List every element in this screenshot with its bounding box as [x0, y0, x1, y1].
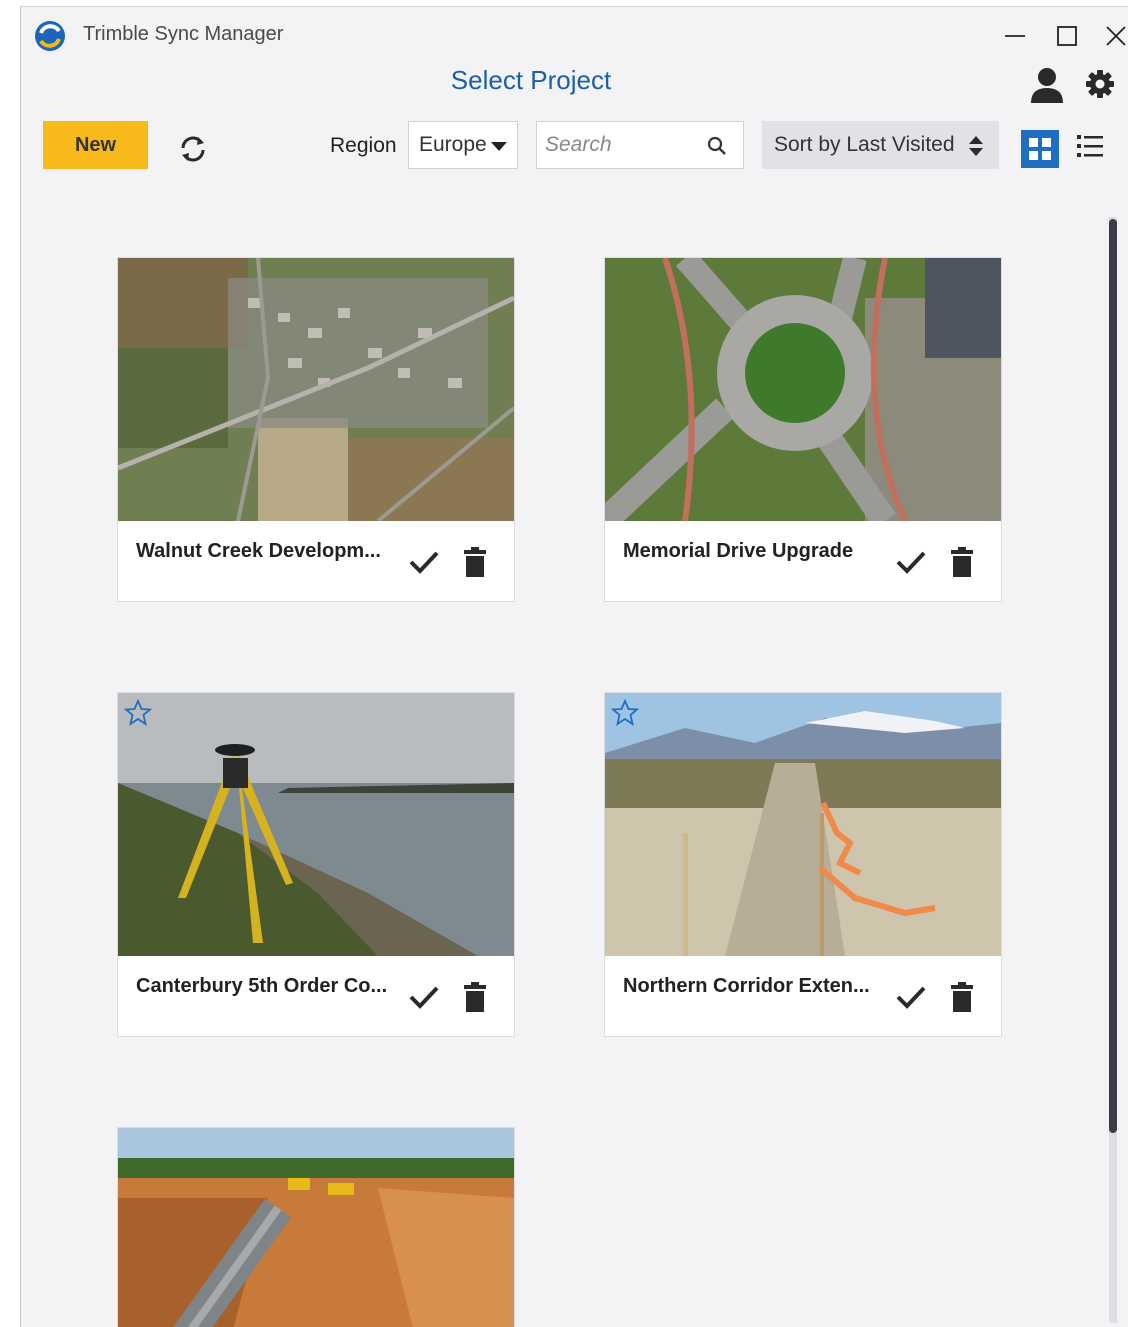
pipeline-trench-image	[118, 1128, 514, 1327]
region-label: Region	[330, 134, 397, 157]
app-window: Trimble Sync Manager Select Project New	[20, 6, 1128, 1327]
window-title: Trimble Sync Manager	[83, 23, 284, 45]
checkmark-icon[interactable]	[895, 983, 927, 1011]
region-value: Europe	[419, 133, 487, 156]
star-outline-icon[interactable]	[611, 699, 639, 727]
checkmark-icon[interactable]	[895, 548, 927, 576]
search-icon[interactable]	[705, 134, 729, 158]
grid-view-icon[interactable]	[1021, 130, 1059, 168]
title-bar: Trimble Sync Manager	[21, 7, 1128, 63]
sort-arrows-icon	[969, 136, 983, 156]
trash-icon[interactable]	[462, 546, 488, 578]
project-card[interactable]	[117, 1127, 515, 1327]
trimble-logo-icon	[35, 21, 65, 51]
region-dropdown[interactable]: Europe	[408, 121, 518, 169]
trash-icon[interactable]	[949, 546, 975, 578]
project-name: Canterbury 5th Order Co...	[136, 975, 388, 997]
project-card[interactable]: Canterbury 5th Order Co...	[117, 692, 515, 1037]
project-name: Walnut Creek Developm...	[136, 540, 381, 562]
search-box[interactable]	[536, 121, 744, 169]
aerial-town-image	[118, 258, 514, 521]
project-thumbnail[interactable]	[118, 1128, 514, 1327]
aerial-roundabout-image	[605, 258, 1001, 521]
project-thumbnail[interactable]	[605, 693, 1001, 956]
sort-value: Sort by Last Visited	[774, 133, 955, 156]
sort-dropdown[interactable]: Sort by Last Visited	[762, 121, 999, 169]
checkmark-icon[interactable]	[408, 983, 440, 1011]
maximize-icon[interactable]	[1051, 19, 1085, 53]
page-title: Select Project	[450, 65, 612, 95]
user-icon[interactable]	[1025, 63, 1069, 107]
project-card[interactable]: Walnut Creek Developm...	[117, 257, 515, 602]
refresh-icon[interactable]	[177, 133, 209, 165]
checkmark-icon[interactable]	[408, 548, 440, 576]
project-thumbnail[interactable]	[605, 258, 1001, 521]
project-card[interactable]: Memorial Drive Upgrade	[604, 257, 1002, 602]
chevron-down-icon	[491, 142, 507, 151]
construction-site-image	[605, 693, 1001, 956]
trash-icon[interactable]	[949, 981, 975, 1013]
new-project-button[interactable]: New	[43, 121, 148, 169]
project-card[interactable]: Northern Corridor Exten...	[604, 692, 1002, 1037]
search-input[interactable]	[545, 130, 695, 160]
tripod-coast-image	[118, 693, 514, 956]
project-name: Memorial Drive Upgrade	[623, 540, 854, 562]
list-view-icon[interactable]	[1075, 131, 1105, 161]
project-name: Northern Corridor Exten...	[623, 975, 870, 997]
trash-icon[interactable]	[462, 981, 488, 1013]
close-icon[interactable]	[1099, 19, 1128, 53]
gear-icon[interactable]	[1083, 67, 1117, 101]
project-thumbnail[interactable]	[118, 258, 514, 521]
project-thumbnail[interactable]	[118, 693, 514, 956]
scrollbar-thumb[interactable]	[1109, 219, 1117, 1133]
minimize-icon[interactable]	[999, 19, 1033, 53]
star-outline-icon[interactable]	[124, 699, 152, 727]
